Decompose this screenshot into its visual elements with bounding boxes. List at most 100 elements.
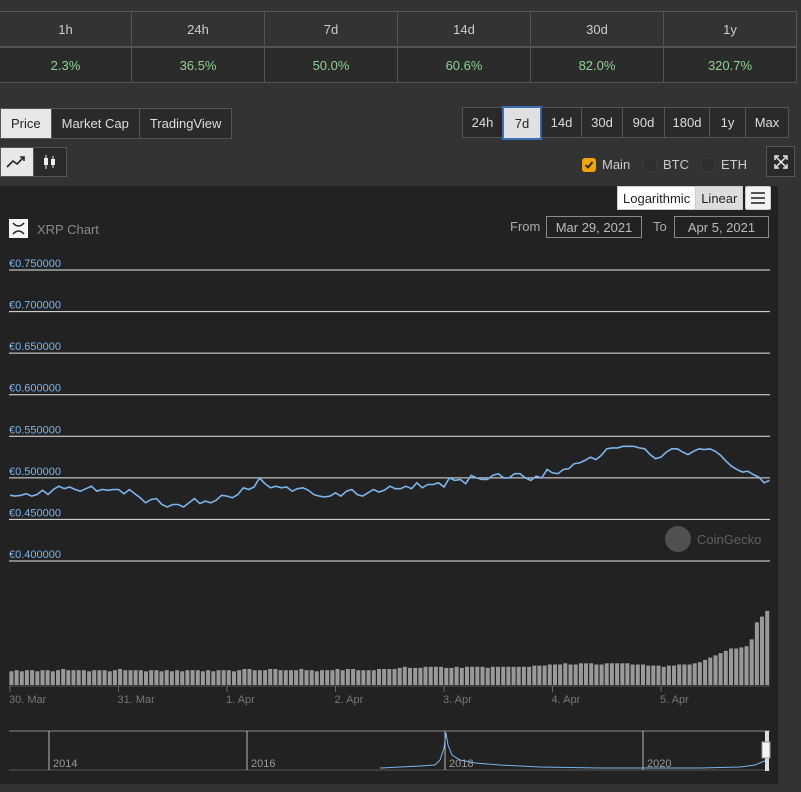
volume-bar — [537, 665, 542, 685]
volume-bar — [237, 670, 242, 685]
volume-bar — [609, 663, 614, 685]
volume-bar — [563, 663, 568, 685]
volume-bar — [532, 665, 537, 685]
volume-bar — [320, 670, 324, 685]
volume-bar — [656, 665, 661, 685]
y-tick-label: €0.500000 — [9, 466, 61, 478]
volume-bar — [200, 671, 205, 685]
volume-bar — [444, 667, 449, 685]
volume-bar — [24, 670, 29, 685]
volume-bar — [257, 670, 262, 685]
volume-bar — [754, 622, 759, 685]
volume-bar — [661, 666, 666, 685]
volume-bar — [568, 664, 573, 685]
volume-bar — [687, 664, 692, 685]
volume-bar — [594, 664, 599, 685]
volume-bar — [361, 670, 366, 685]
volume-bar — [521, 666, 526, 685]
x-tick-label: 1. Apr — [226, 694, 255, 706]
volume-bar — [247, 669, 252, 685]
volume-bar — [149, 670, 154, 685]
volume-bar — [672, 665, 676, 685]
volume-bar — [304, 670, 309, 685]
volume-bar — [729, 648, 733, 685]
volume-bar — [760, 616, 764, 685]
volume-bar — [325, 670, 330, 685]
volume-bar — [206, 670, 211, 685]
volume-bar — [578, 663, 583, 685]
volume-bar — [646, 665, 651, 685]
volume-bar — [516, 666, 521, 685]
y-tick-label: €0.650000 — [9, 341, 61, 353]
volume-bar — [97, 670, 102, 685]
x-tick-label: 5. Apr — [660, 694, 689, 706]
volume-bar — [45, 670, 50, 685]
y-tick-label: €0.450000 — [9, 507, 61, 519]
volume-bar — [475, 666, 480, 685]
volume-bar — [718, 653, 723, 685]
volume-bar — [190, 670, 195, 685]
volume-bar — [765, 610, 770, 685]
volume-bar — [635, 664, 640, 685]
volume-bar — [35, 671, 40, 685]
volume-bar — [345, 669, 350, 685]
volume-bar — [558, 664, 563, 685]
price-chart: €0.750000 €0.700000 €0.650000 €0.600000 €0.5… — [9, 258, 771, 771]
volume-bar — [402, 666, 407, 685]
volume-bar — [599, 664, 604, 685]
y-tick-label: €0.700000 — [9, 300, 61, 312]
volume-bar — [697, 662, 702, 685]
volume-bar — [413, 667, 418, 685]
volume-bar — [459, 667, 464, 685]
volume-bar — [490, 666, 495, 685]
volume-bar — [216, 670, 221, 685]
volume-bar — [66, 670, 71, 685]
y-tick-label: €0.750000 — [9, 258, 61, 270]
volume-bar — [268, 669, 273, 685]
x-tick-label: 4. Apr — [552, 694, 581, 706]
volume-bar — [392, 669, 397, 685]
volume-bar — [128, 670, 133, 685]
volume-bar — [734, 648, 739, 685]
volume-bar — [40, 670, 45, 685]
volume-bar — [408, 667, 412, 685]
price-line — [9, 445, 770, 508]
volume-bar — [154, 670, 159, 685]
volume-bar — [387, 669, 392, 685]
volume-bar — [221, 670, 226, 685]
volume-bar — [180, 671, 185, 685]
navigator-year-label: 2014 — [53, 758, 77, 770]
volume-bar — [511, 666, 516, 685]
volume-bar — [335, 669, 340, 685]
coingecko-watermark: CoinGecko — [665, 526, 761, 552]
volume-bar — [454, 666, 459, 685]
volume-bar — [118, 669, 123, 685]
volume-bar — [299, 669, 304, 685]
volume-bar — [630, 664, 635, 685]
volume-bar — [589, 663, 594, 685]
volume-bar — [133, 670, 138, 685]
volume-bar — [677, 664, 682, 685]
volume-bar — [708, 657, 713, 685]
volume-bar — [330, 670, 335, 685]
volume-bar — [226, 670, 231, 685]
volume-bar — [50, 671, 55, 685]
volume-bar — [496, 666, 500, 685]
volume-bar — [356, 670, 361, 685]
volume-bar — [263, 670, 268, 685]
volume-bar — [309, 670, 314, 685]
x-tick-label: 2. Apr — [335, 694, 364, 706]
volume-bar — [682, 664, 687, 685]
coingecko-logo-icon — [665, 526, 691, 552]
volume-bar — [625, 663, 630, 685]
volume-bar — [744, 646, 749, 685]
volume-bar — [371, 670, 376, 685]
volume-bar — [573, 664, 578, 685]
volume-bar — [465, 666, 469, 685]
volume-bar — [87, 671, 92, 685]
y-tick-label: €0.400000 — [9, 549, 61, 561]
y-tick-label: €0.600000 — [9, 383, 61, 395]
volume-bar — [314, 671, 319, 685]
navigator-line — [379, 732, 768, 769]
volume-bar — [76, 670, 81, 685]
